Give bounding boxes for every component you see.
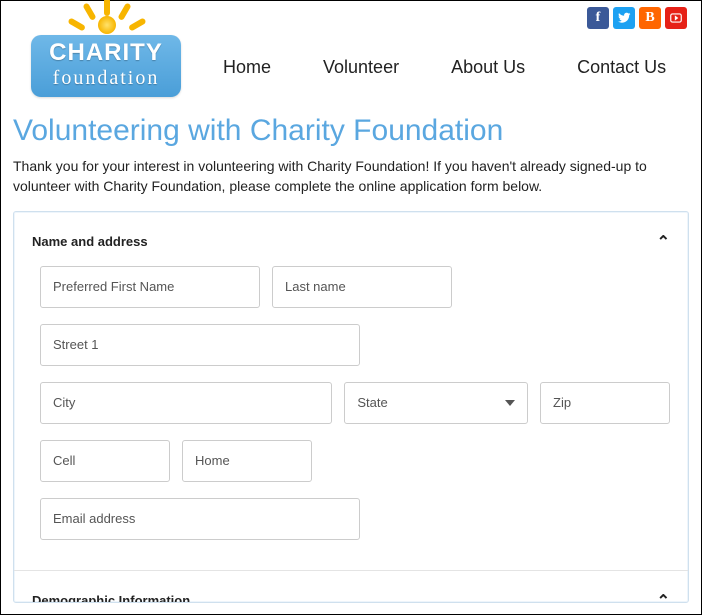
application-form[interactable]: Name and address ⌃ State Demo [13,211,689,603]
facebook-icon[interactable]: f [587,7,609,29]
zip-input[interactable] [540,382,670,424]
twitter-icon[interactable] [613,7,635,29]
home-input[interactable] [182,440,312,482]
section-name-address: Name and address ⌃ State [14,212,688,564]
email-input[interactable] [40,498,360,540]
first-name-input[interactable] [40,266,260,308]
header: CHARITY foundation f B Home Volunteer Ab… [1,1,701,100]
section-header-demographic[interactable]: Demographic Information ⌃ [32,585,670,603]
intro-text: Thank you for your interest in volunteer… [1,156,701,207]
last-name-input[interactable] [272,266,452,308]
cell-input[interactable] [40,440,170,482]
logo-text-line1: CHARITY [31,39,181,67]
section-title: Demographic Information [32,593,190,603]
caret-down-icon [505,400,515,406]
nav-home[interactable]: Home [223,57,271,78]
page-title: Volunteering with Charity Foundation [1,100,701,156]
state-select-label: State [357,395,387,410]
nav-contact[interactable]: Contact Us [577,57,666,78]
section-demographic: Demographic Information ⌃ [14,571,688,603]
section-title: Name and address [32,234,148,249]
state-select[interactable]: State [344,382,528,424]
blogger-icon[interactable]: B [639,7,661,29]
nav-volunteer[interactable]: Volunteer [323,57,399,78]
city-input[interactable] [40,382,332,424]
chevron-up-icon: ⌃ [657,591,670,603]
logo-box: CHARITY foundation [31,35,181,97]
youtube-icon[interactable] [665,7,687,29]
nav-about[interactable]: About Us [451,57,525,78]
chevron-up-icon: ⌃ [657,232,670,252]
section-header-name-address[interactable]: Name and address ⌃ [32,226,670,266]
logo[interactable]: CHARITY foundation [13,5,173,100]
logo-text-line2: foundation [31,67,181,90]
street1-input[interactable] [40,324,360,366]
social-icons: f B [587,7,687,29]
main-nav: Home Volunteer About Us Contact Us [223,57,666,78]
